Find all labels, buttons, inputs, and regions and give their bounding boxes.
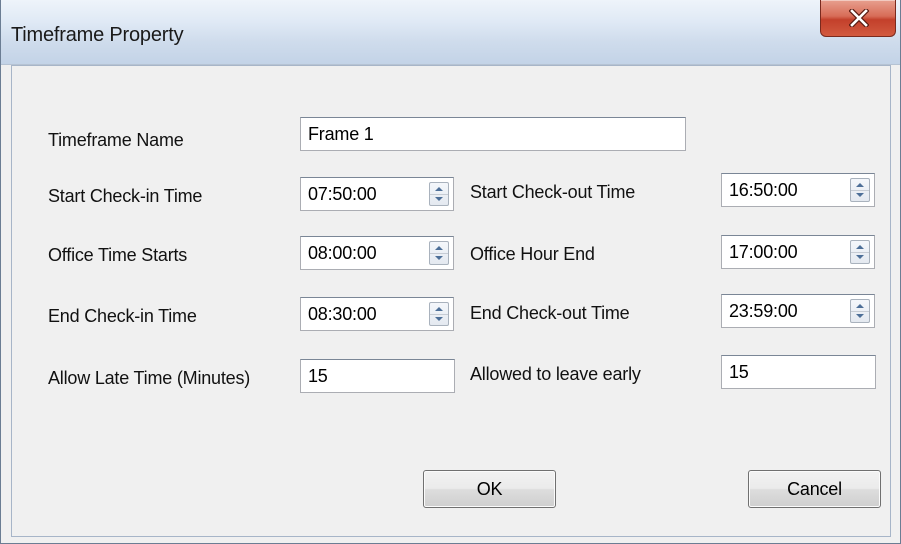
arrow-down-icon [856, 193, 864, 197]
end-checkout-value: 23:59:00 [729, 301, 798, 321]
start-checkout-value: 16:50:00 [729, 180, 798, 200]
label-allow-late: Allow Late Time (Minutes) [48, 368, 251, 388]
leave-early-value: 15 [729, 362, 749, 382]
label-end-checkout: End Check-out Time [470, 303, 630, 323]
office-starts-picker[interactable]: 08:00:00 [300, 236, 454, 270]
close-x-icon [849, 9, 869, 27]
arrow-up-icon [435, 246, 443, 250]
arrow-down-icon [856, 255, 864, 259]
label-leave-early: Allowed to leave early [470, 364, 641, 384]
allow-late-input[interactable]: 15 [300, 359, 455, 393]
office-end-picker[interactable]: 17:00:00 [721, 235, 875, 269]
cancel-button[interactable]: Cancel [748, 470, 881, 508]
arrow-up-icon [435, 307, 443, 311]
start-checkout-picker[interactable]: 16:50:00 [721, 173, 875, 207]
spinner[interactable] [850, 240, 870, 264]
ok-button[interactable]: OK [423, 470, 556, 508]
start-checkin-picker[interactable]: 07:50:00 [300, 177, 454, 211]
spinner[interactable] [429, 241, 449, 265]
spinner[interactable] [850, 299, 870, 323]
timeframe-name-input[interactable]: Frame 1 [300, 117, 686, 151]
label-start-checkin: Start Check-in Time [48, 186, 203, 206]
arrow-up-icon [856, 245, 864, 249]
office-end-value: 17:00:00 [729, 242, 798, 262]
title-bar[interactable]: Timeframe Property [1, 0, 900, 65]
spinner[interactable] [429, 182, 449, 206]
end-checkin-value: 08:30:00 [308, 304, 377, 324]
start-checkin-value: 07:50:00 [308, 184, 377, 204]
label-start-checkout: Start Check-out Time [470, 182, 636, 202]
timeframe-name-value: Frame 1 [308, 124, 374, 144]
office-starts-value: 08:00:00 [308, 243, 377, 263]
allow-late-value: 15 [308, 366, 328, 386]
arrow-up-icon [856, 183, 864, 187]
arrow-up-icon [435, 187, 443, 191]
spin-down-button[interactable] [851, 190, 869, 201]
spin-down-button[interactable] [430, 314, 448, 325]
spinner[interactable] [429, 302, 449, 326]
spinner[interactable] [850, 178, 870, 202]
dialog-body: Timeframe Name Start Check-in Time Offic… [11, 65, 891, 537]
arrow-down-icon [435, 197, 443, 201]
window-title: Timeframe Property [11, 24, 184, 46]
close-button[interactable] [820, 0, 896, 37]
end-checkin-picker[interactable]: 08:30:00 [300, 297, 454, 331]
spin-down-button[interactable] [430, 253, 448, 264]
label-office-starts: Office Time Starts [48, 245, 188, 265]
label-timeframe-name: Timeframe Name [48, 130, 184, 150]
arrow-down-icon [856, 314, 864, 318]
end-checkout-picker[interactable]: 23:59:00 [721, 294, 875, 328]
arrow-down-icon [435, 317, 443, 321]
label-end-checkin: End Check-in Time [48, 306, 197, 326]
spin-down-button[interactable] [851, 311, 869, 322]
spin-down-button[interactable] [430, 194, 448, 205]
spin-down-button[interactable] [851, 252, 869, 263]
arrow-down-icon [435, 256, 443, 260]
dialog-window: Timeframe Property Timeframe Name Start … [0, 0, 901, 544]
arrow-up-icon [856, 304, 864, 308]
label-office-end: Office Hour End [470, 244, 595, 264]
leave-early-input[interactable]: 15 [721, 355, 876, 389]
